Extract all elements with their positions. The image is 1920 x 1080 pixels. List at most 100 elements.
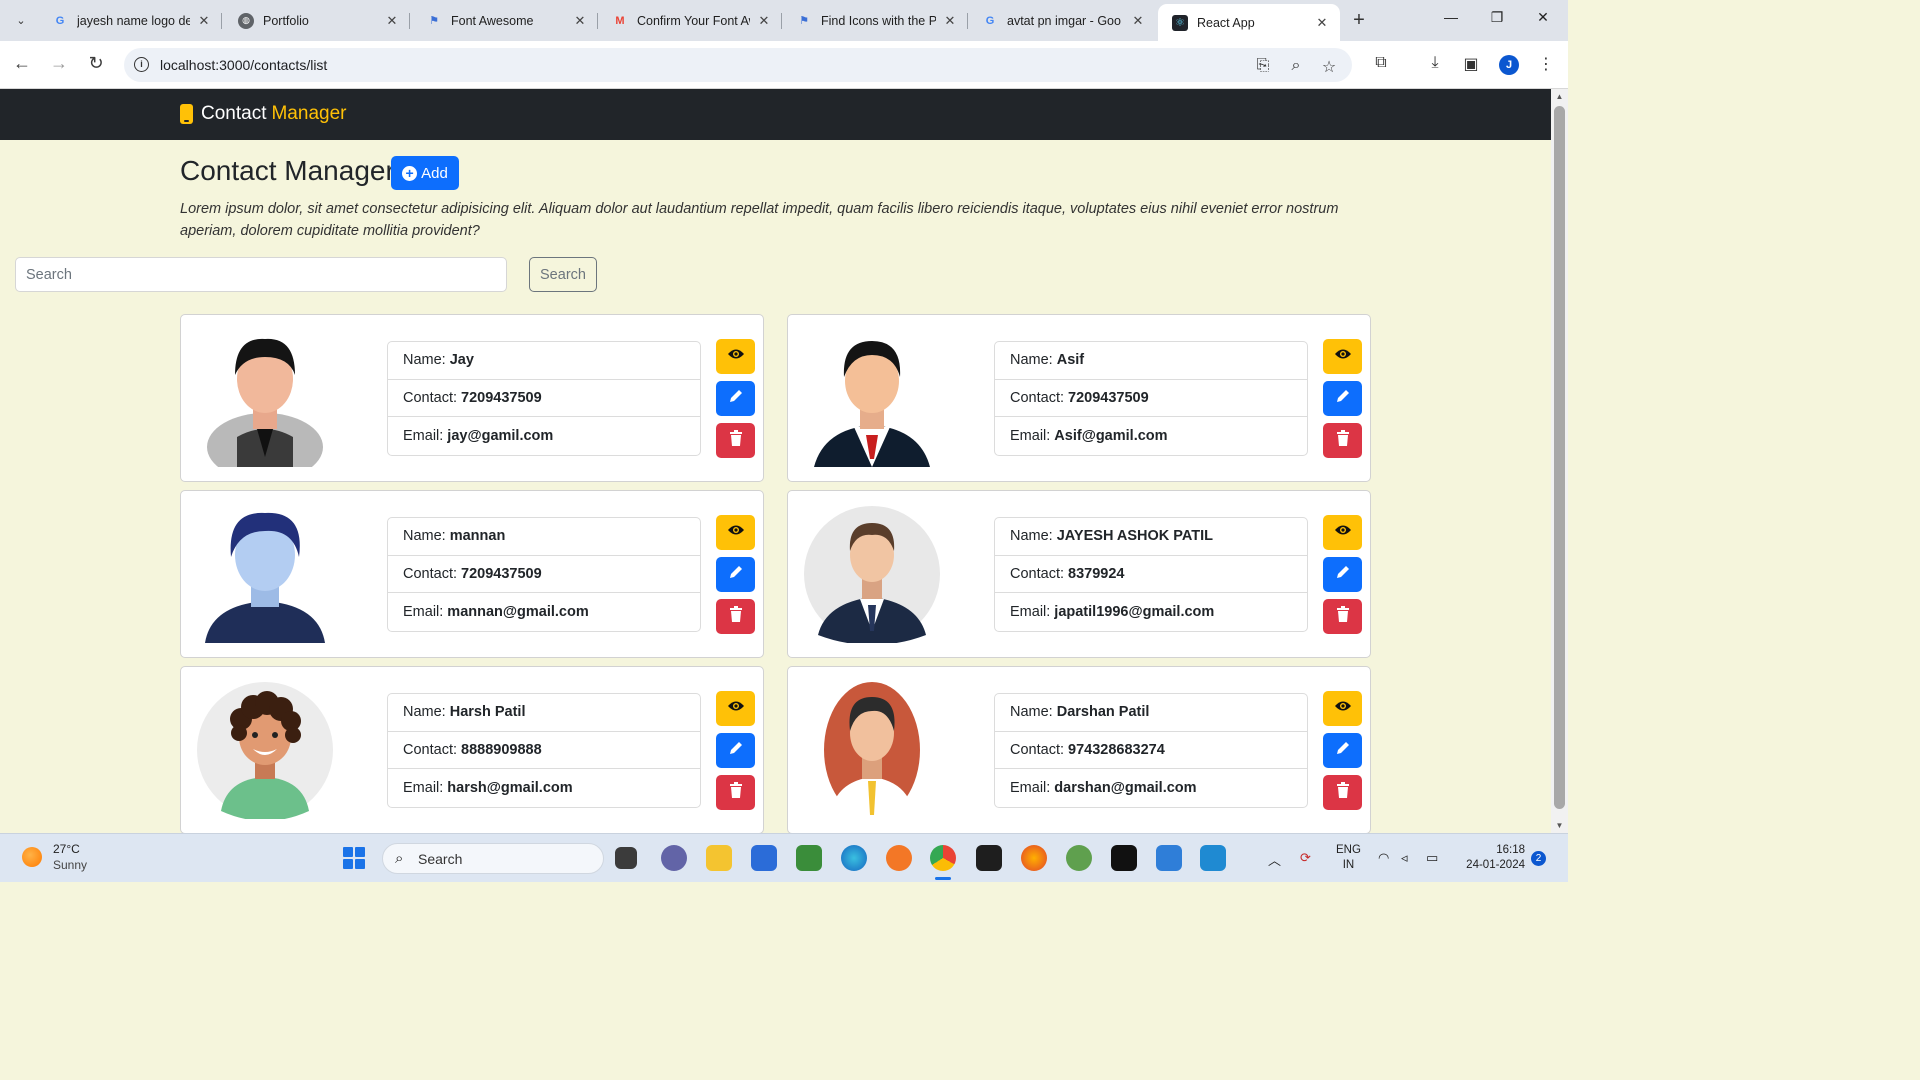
page-scrollbar[interactable]: ▲ ▼: [1551, 89, 1568, 833]
volume-icon[interactable]: ◃: [1401, 850, 1408, 866]
sun-icon[interactable]: [22, 847, 42, 867]
weather-description[interactable]: Sunny: [53, 858, 87, 872]
reload-button[interactable]: ↻: [84, 53, 108, 74]
edge-icon[interactable]: [841, 845, 867, 871]
add-contact-button[interactable]: + Add: [391, 156, 459, 190]
tab-6[interactable]: G avtat pn imgar - Goo ✕: [968, 6, 1156, 35]
view-contact-button[interactable]: [1323, 339, 1362, 374]
profile-avatar[interactable]: J: [1499, 55, 1519, 75]
edit-contact-button[interactable]: [1323, 557, 1362, 592]
restore-button[interactable]: ❐: [1487, 9, 1507, 26]
close-window-button[interactable]: ✕: [1533, 9, 1553, 26]
vscode-icon[interactable]: [1200, 845, 1226, 871]
email-label: Email:: [403, 779, 444, 796]
site-info-icon[interactable]: i: [134, 57, 149, 72]
minimize-button[interactable]: —: [1441, 9, 1461, 25]
system-clock[interactable]: 16:18 24-01-2024: [1455, 843, 1525, 873]
tab-close-icon[interactable]: ✕: [572, 13, 588, 29]
edit-contact-button[interactable]: [1323, 733, 1362, 768]
delete-contact-button[interactable]: [1323, 599, 1362, 634]
teams-chat-icon[interactable]: [661, 845, 687, 871]
windows-taskbar: 27°C Sunny ⌕ Search ︿ ⟳ ENG IN ◠ ◃ ▭ 16:…: [0, 833, 1568, 882]
tab-3[interactable]: ⚑ Font Awesome ✕: [412, 6, 598, 35]
chevron-up-icon[interactable]: ︿: [1268, 850, 1281, 869]
sync-icon[interactable]: ⟳: [1300, 850, 1311, 866]
notification-badge[interactable]: 2: [1531, 851, 1546, 866]
tab-2[interactable]: ◍ Portfolio ✕: [224, 6, 410, 35]
zoom-icon[interactable]: ⌕: [1286, 57, 1306, 75]
delete-contact-button[interactable]: [716, 599, 755, 634]
firefox-icon[interactable]: [1021, 845, 1047, 871]
back-button[interactable]: ←: [10, 53, 34, 74]
weather-temperature[interactable]: 27°C: [53, 842, 80, 856]
view-contact-button[interactable]: [716, 515, 755, 550]
email-label: Email:: [1010, 427, 1051, 444]
terminal-icon[interactable]: [976, 845, 1002, 871]
command-prompt-icon[interactable]: [1111, 845, 1137, 871]
delete-contact-button[interactable]: [716, 775, 755, 810]
jupyter-icon[interactable]: [886, 845, 912, 871]
tab-4[interactable]: M Confirm Your Font Aw ✕: [598, 6, 782, 35]
tab-search-menu-button[interactable]: ⌄: [8, 8, 34, 32]
edit-contact-button[interactable]: [716, 381, 755, 416]
scroll-down-arrow-icon[interactable]: ▼: [1551, 821, 1568, 830]
view-contact-button[interactable]: [716, 339, 755, 374]
edit-contact-button[interactable]: [716, 557, 755, 592]
pen-icon: [1335, 740, 1351, 761]
search-button[interactable]: Search: [529, 257, 597, 292]
scrollbar-thumb[interactable]: [1554, 106, 1565, 809]
delete-contact-button[interactable]: [1323, 423, 1362, 458]
spring-tool-icon[interactable]: [1066, 845, 1092, 871]
address-bar[interactable]: i localhost:3000/contacts/list ⎘ ⌕ ☆: [124, 48, 1352, 82]
name-label: Name:: [1010, 352, 1053, 369]
edit-contact-button[interactable]: [1323, 381, 1362, 416]
extensions-icon[interactable]: ⧉: [1370, 54, 1392, 72]
edit-contact-button[interactable]: [716, 733, 755, 768]
install-app-icon[interactable]: ⎘: [1253, 57, 1273, 75]
address-url[interactable]: localhost:3000/contacts/list: [160, 57, 327, 73]
view-contact-button[interactable]: [1323, 515, 1362, 550]
wifi-icon[interactable]: ◠: [1378, 850, 1389, 866]
new-tab-button[interactable]: +: [1348, 9, 1370, 32]
view-contact-button[interactable]: [716, 691, 755, 726]
tab-close-icon[interactable]: ✕: [1314, 15, 1330, 31]
scroll-up-arrow-icon[interactable]: ▲: [1551, 92, 1568, 101]
page-viewport: Contact Manager Contact Manager + Add Lo…: [0, 89, 1551, 833]
browser-menu-icon[interactable]: ⋮: [1535, 54, 1557, 74]
tab-close-icon[interactable]: ✕: [942, 13, 958, 29]
battery-icon[interactable]: ▭: [1426, 850, 1438, 866]
file-explorer-icon[interactable]: [706, 845, 732, 871]
tab-close-icon[interactable]: ✕: [756, 13, 772, 29]
taskbar-search[interactable]: ⌕ Search: [382, 843, 604, 874]
tab-close-icon[interactable]: ✕: [384, 13, 400, 29]
side-panel-icon[interactable]: ▣: [1460, 54, 1482, 74]
microsoft-store-icon[interactable]: [751, 845, 777, 871]
tab-close-icon[interactable]: ✕: [196, 13, 212, 29]
tab-close-icon[interactable]: ✕: [1130, 13, 1146, 29]
bookmark-star-icon[interactable]: ☆: [1319, 57, 1339, 77]
email-label: Email:: [403, 427, 444, 444]
delete-contact-button[interactable]: [1323, 775, 1362, 810]
contact-row: Contact: 974328683274: [995, 732, 1307, 769]
view-contact-button[interactable]: [1323, 691, 1362, 726]
search-icon: ⌕: [395, 850, 404, 867]
name-row: Name: Asif: [995, 342, 1307, 380]
language-indicator[interactable]: ENG IN: [1336, 843, 1361, 873]
tab-5[interactable]: ⚑ Find Icons with the P ✕: [782, 6, 968, 35]
forward-button[interactable]: →: [47, 53, 71, 74]
tab-1[interactable]: G jayesh name logo de ✕: [38, 6, 222, 35]
contact-card: Name: Harsh Patil Contact: 8888909888 Em…: [180, 666, 764, 833]
photos-icon[interactable]: [1156, 845, 1182, 871]
tab-react-app[interactable]: ⚛ React App ✕: [1158, 4, 1340, 41]
brand-link[interactable]: Contact Manager: [180, 103, 346, 125]
google-icon: G: [55, 14, 65, 27]
download-icon[interactable]: ⤓: [1424, 54, 1446, 72]
pen-icon: [1335, 388, 1351, 409]
email-label: Email:: [1010, 779, 1051, 796]
windows-start-icon[interactable]: [343, 847, 365, 869]
app-icon[interactable]: [796, 845, 822, 871]
task-view-icon[interactable]: [615, 847, 637, 869]
chrome-icon[interactable]: [930, 845, 956, 880]
delete-contact-button[interactable]: [716, 423, 755, 458]
search-input[interactable]: [15, 257, 507, 292]
